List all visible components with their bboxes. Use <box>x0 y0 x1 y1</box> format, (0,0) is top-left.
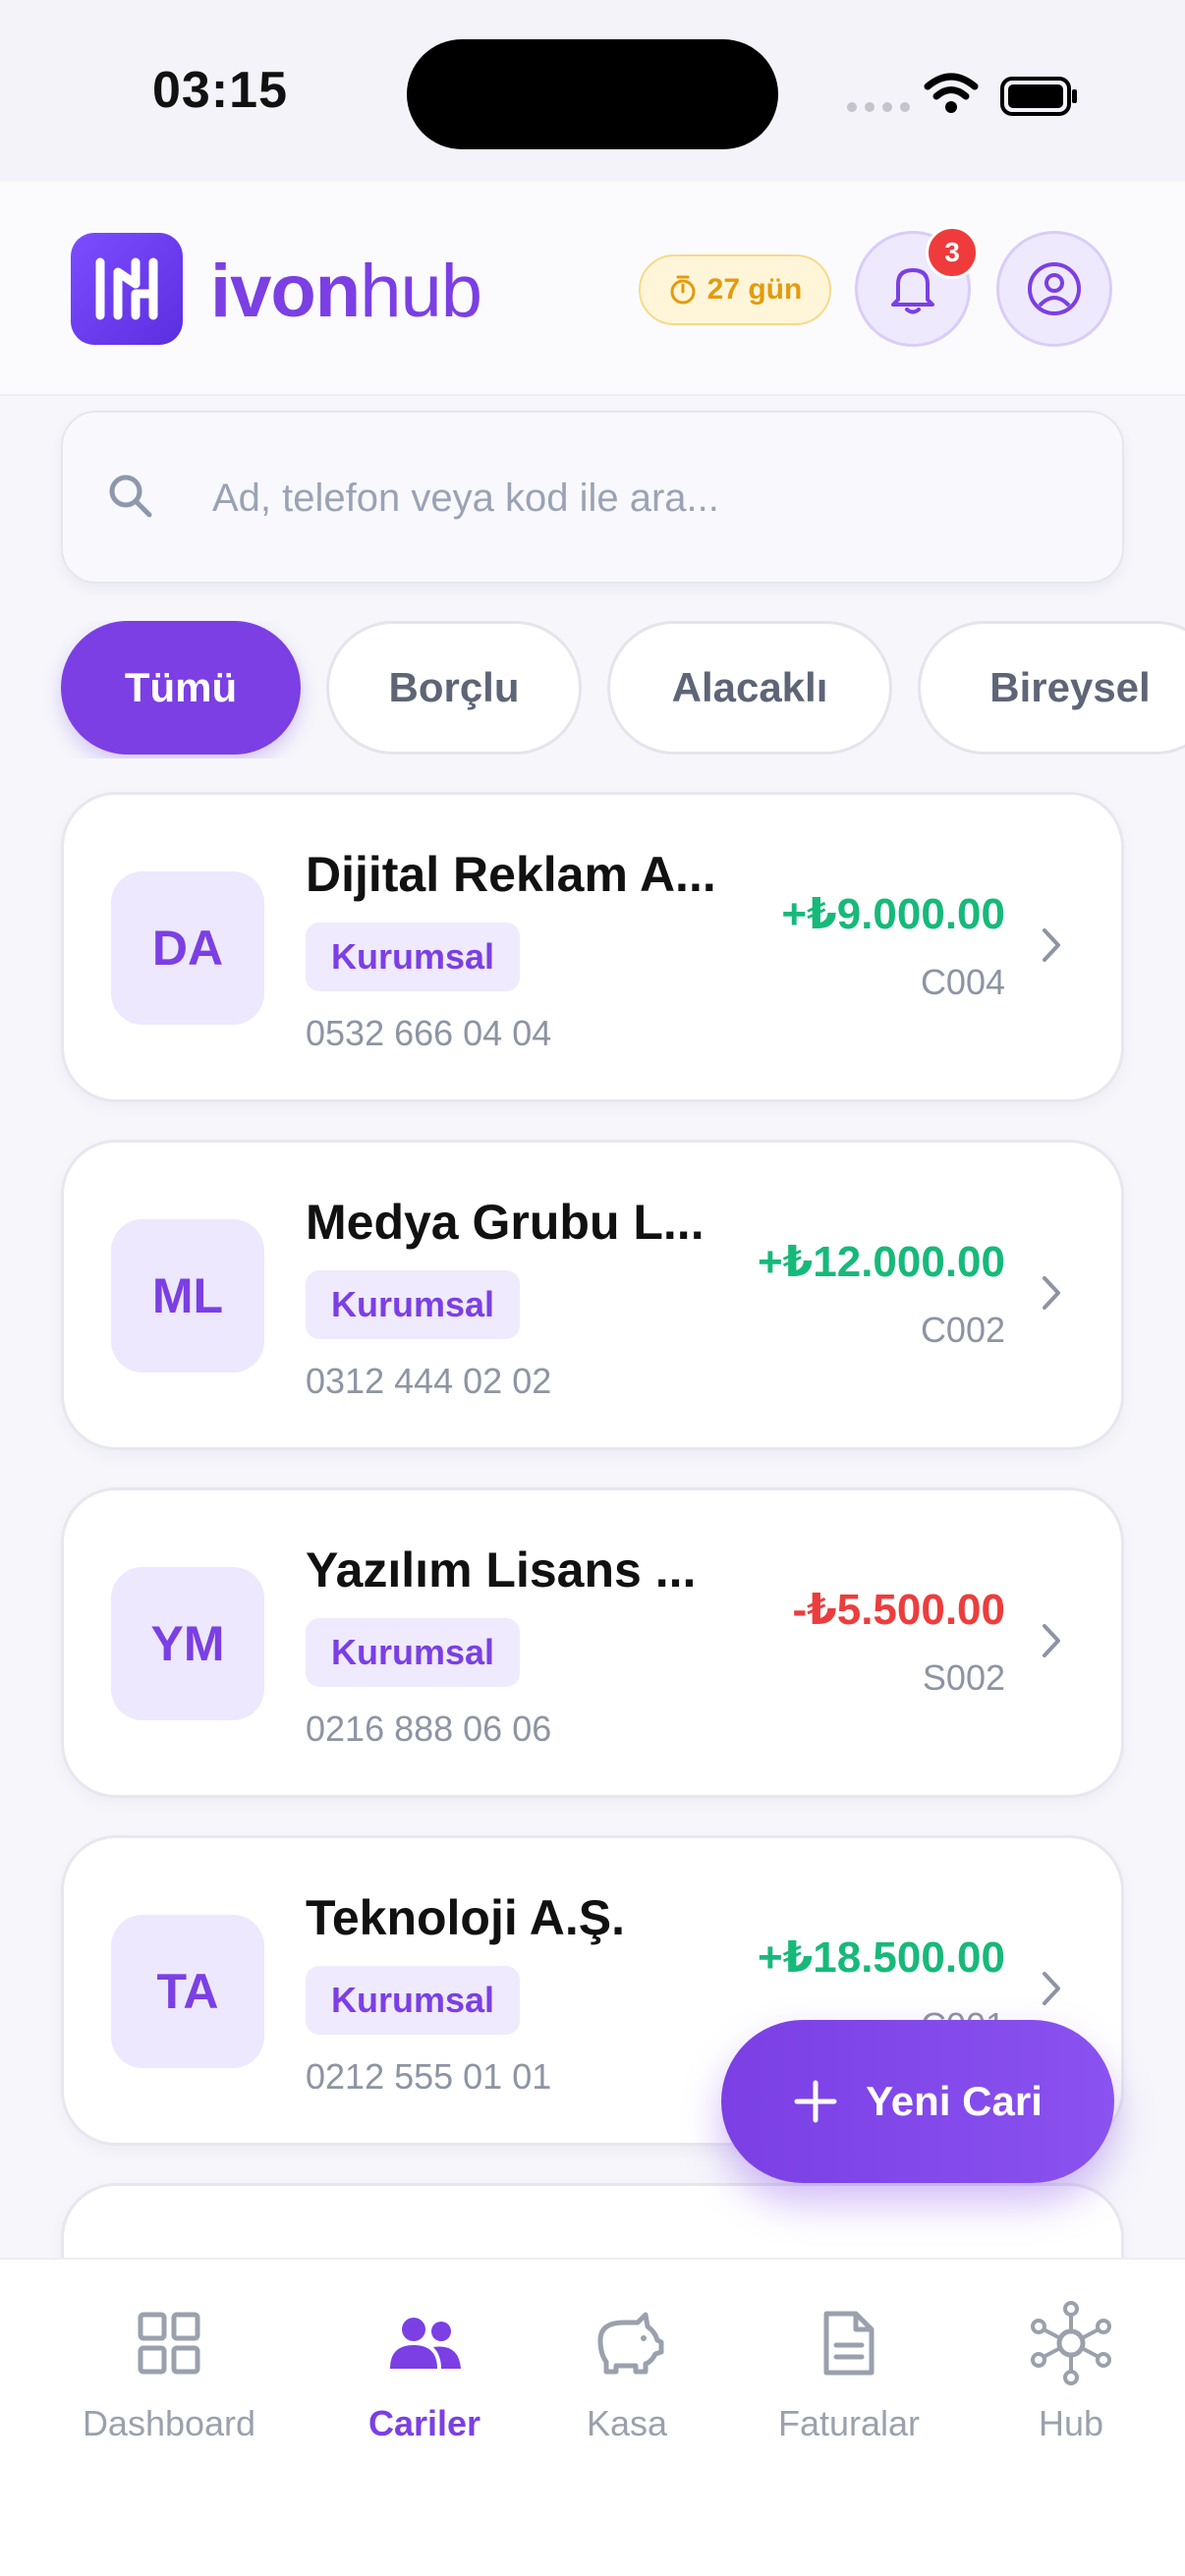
account-code: C004 <box>920 962 1005 1002</box>
account-name: Dijital Reklam A... <box>306 847 716 902</box>
new-account-label: Yeni Cari <box>866 2078 1043 2124</box>
account-phone: 0532 666 04 04 <box>306 1013 552 1053</box>
nav-item-hub[interactable]: Hub <box>953 2299 1185 2444</box>
account-avatar: YM <box>111 1567 264 1720</box>
trial-days-badge[interactable]: 27 gün <box>639 254 831 325</box>
network-hub-icon <box>1031 2301 1111 2385</box>
account-card[interactable]: ML Medya Grubu L... Kurumsal 0312 444 02… <box>61 1140 1124 1450</box>
status-bar: 03:15 <box>0 0 1185 182</box>
filter-chip-individual[interactable]: Bireysel <box>918 621 1185 755</box>
filter-chips: Tümü Borçlu Alacaklı Bireysel <box>0 621 1185 758</box>
app-header: ivonhub 27 gün <box>0 182 1185 396</box>
status-time: 03:15 <box>152 62 288 119</box>
account-card[interactable]: DA Dijital Reklam A... Kurumsal 0532 666… <box>61 792 1124 1102</box>
account-type-tag: Kurumsal <box>306 1270 521 1339</box>
cellular-signal-icon <box>847 102 910 112</box>
chevron-right-icon <box>1043 928 1060 962</box>
account-balance: -₺5.500.00 <box>792 1586 1005 1634</box>
account-phone: 0312 444 02 02 <box>306 1361 552 1401</box>
nav-label: Dashboard <box>82 2403 256 2443</box>
account-avatar: ML <box>111 1219 264 1372</box>
nav-label: Kasa <box>586 2403 668 2443</box>
account-card[interactable]: YM Yazılım Lisans ... Kurumsal 0216 888 … <box>61 1487 1124 1798</box>
filter-chip-all[interactable]: Tümü <box>61 621 301 755</box>
trial-days-label: 27 gün <box>706 273 803 306</box>
nav-item-faturalar[interactable]: Faturalar <box>731 2299 967 2444</box>
bell-icon <box>891 268 934 314</box>
account-code: C002 <box>920 1310 1005 1350</box>
timer-icon <box>670 275 696 305</box>
grid-icon <box>138 2312 200 2375</box>
user-circle-icon <box>1028 262 1081 315</box>
document-icon <box>823 2311 875 2376</box>
chevron-right-icon <box>1043 1276 1060 1310</box>
search-icon <box>109 475 152 518</box>
search-bar[interactable] <box>61 411 1124 584</box>
ivonhub-logo-icon[interactable] <box>71 233 183 345</box>
users-icon <box>390 2318 461 2369</box>
new-account-button[interactable]: Yeni Cari <box>721 2020 1114 2183</box>
account-phone: 0216 888 06 06 <box>306 1708 552 1749</box>
notification-count-badge: 3 <box>926 226 979 279</box>
profile-button[interactable] <box>996 231 1112 347</box>
account-type-tag: Kurumsal <box>306 1618 521 1687</box>
nav-item-cariler[interactable]: Cariler <box>307 2299 542 2444</box>
account-name: Teknoloji A.Ş. <box>306 1890 626 1945</box>
nav-label: Faturalar <box>777 2403 921 2443</box>
filter-chip-creditor[interactable]: Alacaklı <box>607 621 892 755</box>
nav-label: Cariler <box>367 2403 481 2443</box>
piggy-bank-icon <box>597 2312 664 2375</box>
chevron-right-icon <box>1043 1624 1060 1657</box>
nav-item-dashboard[interactable]: Dashboard <box>51 2299 287 2444</box>
account-avatar: TA <box>111 1915 264 2068</box>
account-phone: 0212 555 01 01 <box>306 2056 552 2097</box>
nav-label: Hub <box>1038 2403 1104 2443</box>
account-name: Medya Grubu L... <box>306 1195 705 1250</box>
search-input[interactable] <box>212 464 1077 532</box>
account-type-tag: Kurumsal <box>306 923 521 991</box>
account-balance: +₺12.000.00 <box>757 1238 1005 1286</box>
nav-item-kasa[interactable]: Kasa <box>509 2299 745 2444</box>
account-code: S002 <box>922 1657 1005 1698</box>
battery-icon <box>1000 77 1077 116</box>
plus-icon <box>794 2080 837 2123</box>
bottom-navigation: Dashboard Cariler Kasa Faturalar Hub <box>0 2258 1185 2576</box>
wifi-icon <box>924 73 979 113</box>
account-name: Yazılım Lisans ... <box>306 1542 697 1597</box>
account-avatar: DA <box>111 871 264 1025</box>
logo-wordmark: ivonhub <box>210 250 482 333</box>
account-type-tag: Kurumsal <box>306 1966 521 2035</box>
chevron-right-icon <box>1043 1972 1060 2005</box>
account-balance: +₺9.000.00 <box>781 890 1005 938</box>
account-balance: +₺18.500.00 <box>757 1933 1005 1982</box>
dynamic-island <box>407 39 778 149</box>
filter-chip-debtor[interactable]: Borçlu <box>326 621 582 755</box>
